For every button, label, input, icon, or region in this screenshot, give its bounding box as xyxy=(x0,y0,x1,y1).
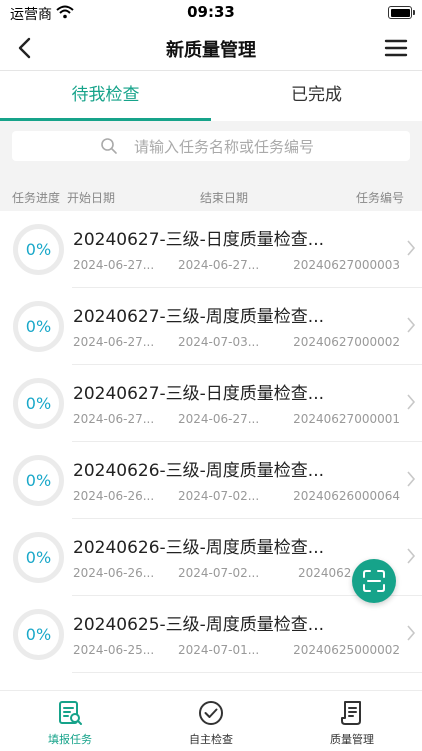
tabbar-report-task[interactable]: 填报任务 xyxy=(0,691,140,751)
tab-strip: 待我检查 已完成 xyxy=(0,71,422,121)
chevron-right-icon xyxy=(407,548,416,564)
progress-value: 0% xyxy=(25,471,52,490)
task-code: 20240626000064 xyxy=(293,489,400,503)
scan-button[interactable] xyxy=(352,559,396,603)
task-start-date: 2024-06-26... xyxy=(73,489,155,503)
progress-value: 0% xyxy=(25,548,52,567)
tabbar-label: 质量管理 xyxy=(330,733,374,746)
progress-value: 0% xyxy=(25,240,52,259)
task-end-date: 2024-07-02... xyxy=(178,566,260,580)
task-code: 2024062 xyxy=(298,566,352,580)
scan-icon xyxy=(363,570,385,592)
task-row[interactable]: 0% 20240626-三级-周度质量检查... 2024-06-26... 2… xyxy=(0,442,422,519)
search-placeholder: 请输入任务名称或任务编号 xyxy=(134,138,315,156)
quality-manage-icon xyxy=(341,701,361,725)
clock: 09:33 xyxy=(187,3,235,21)
task-code: 20240625000002 xyxy=(293,643,400,657)
report-task-icon xyxy=(59,701,82,725)
nav-bar: 新质量管理 xyxy=(0,26,422,71)
task-row[interactable]: 0% 20240627-三级-日度质量检查... 2024-06-27... 2… xyxy=(0,211,422,288)
task-row[interactable]: 0% 20240627-三级-日度质量检查... 2024-06-27... 2… xyxy=(0,365,422,442)
task-end-date: 2024-06-27... xyxy=(178,258,260,272)
task-end-date: 2024-06-27... xyxy=(178,412,260,426)
tab-completed[interactable]: 已完成 xyxy=(211,71,422,121)
back-button[interactable] xyxy=(12,34,40,62)
task-start-date: 2024-06-27... xyxy=(73,335,155,349)
chevron-right-icon xyxy=(407,394,416,410)
task-code: 20240627000001 xyxy=(293,412,400,426)
task-start-date: 2024-06-27... xyxy=(73,258,155,272)
status-bar: 运营商 09:33 xyxy=(0,0,422,26)
search-icon xyxy=(101,138,117,154)
header-task-code: 任务编号 xyxy=(355,191,404,205)
task-title: 20240627-三级-周度质量检查... xyxy=(73,307,325,327)
list-header: 任务进度 开始日期 结束日期 任务编号 xyxy=(0,173,422,211)
progress-value: 0% xyxy=(25,317,52,336)
task-title: 20240625-三级-周度质量检查... xyxy=(73,615,325,635)
task-start-date: 2024-06-27... xyxy=(73,412,155,426)
chevron-left-icon xyxy=(18,37,31,59)
tabbar-label: 自主检查 xyxy=(189,733,233,746)
task-end-date: 2024-07-03... xyxy=(178,335,260,349)
header-end-date: 结束日期 xyxy=(200,191,249,205)
task-end-date: 2024-07-02... xyxy=(178,489,260,503)
task-code: 20240627000003 xyxy=(293,258,400,272)
task-start-date: 2024-06-25... xyxy=(73,643,155,657)
task-title: 20240626-三级-周度质量检查... xyxy=(73,538,325,558)
task-code: 20240627000002 xyxy=(293,335,400,349)
row-divider xyxy=(72,672,422,673)
task-end-date: 2024-07-01... xyxy=(178,643,260,657)
search-area: 请输入任务名称或任务编号 xyxy=(0,121,422,173)
header-start-date: 开始日期 xyxy=(67,191,116,205)
search-input[interactable]: 请输入任务名称或任务编号 xyxy=(12,131,410,161)
chevron-right-icon xyxy=(407,317,416,333)
tab-pending-check[interactable]: 待我检查 xyxy=(0,71,211,121)
menu-icon xyxy=(384,39,408,57)
bottom-tab-bar: 填报任务 自主检查 质量管理 xyxy=(0,690,422,751)
header-progress: 任务进度 xyxy=(12,191,61,205)
progress-value: 0% xyxy=(25,625,52,644)
task-title: 20240627-三级-日度质量检查... xyxy=(73,230,325,250)
task-title: 20240626-三级-周度质量检查... xyxy=(73,461,325,481)
task-start-date: 2024-06-26... xyxy=(73,566,155,580)
chevron-right-icon xyxy=(407,240,416,256)
task-row[interactable]: 0% 20240627-三级-周度质量检查... 2024-06-27... 2… xyxy=(0,288,422,365)
self-check-icon xyxy=(199,701,223,725)
battery-icon xyxy=(388,6,415,19)
menu-button[interactable] xyxy=(382,34,410,62)
task-row[interactable]: 0% 20240625-三级-周度质量检查... 2024-06-25... 2… xyxy=(0,596,422,673)
tabbar-label: 填报任务 xyxy=(48,733,92,746)
chevron-right-icon xyxy=(407,625,416,641)
page-title: 新质量管理 xyxy=(166,40,256,61)
tabbar-self-check[interactable]: 自主检查 xyxy=(141,691,281,751)
chevron-right-icon xyxy=(407,471,416,487)
progress-value: 0% xyxy=(25,394,52,413)
task-title: 20240627-三级-日度质量检查... xyxy=(73,384,325,404)
tabbar-quality-manage[interactable]: 质量管理 xyxy=(282,691,422,751)
